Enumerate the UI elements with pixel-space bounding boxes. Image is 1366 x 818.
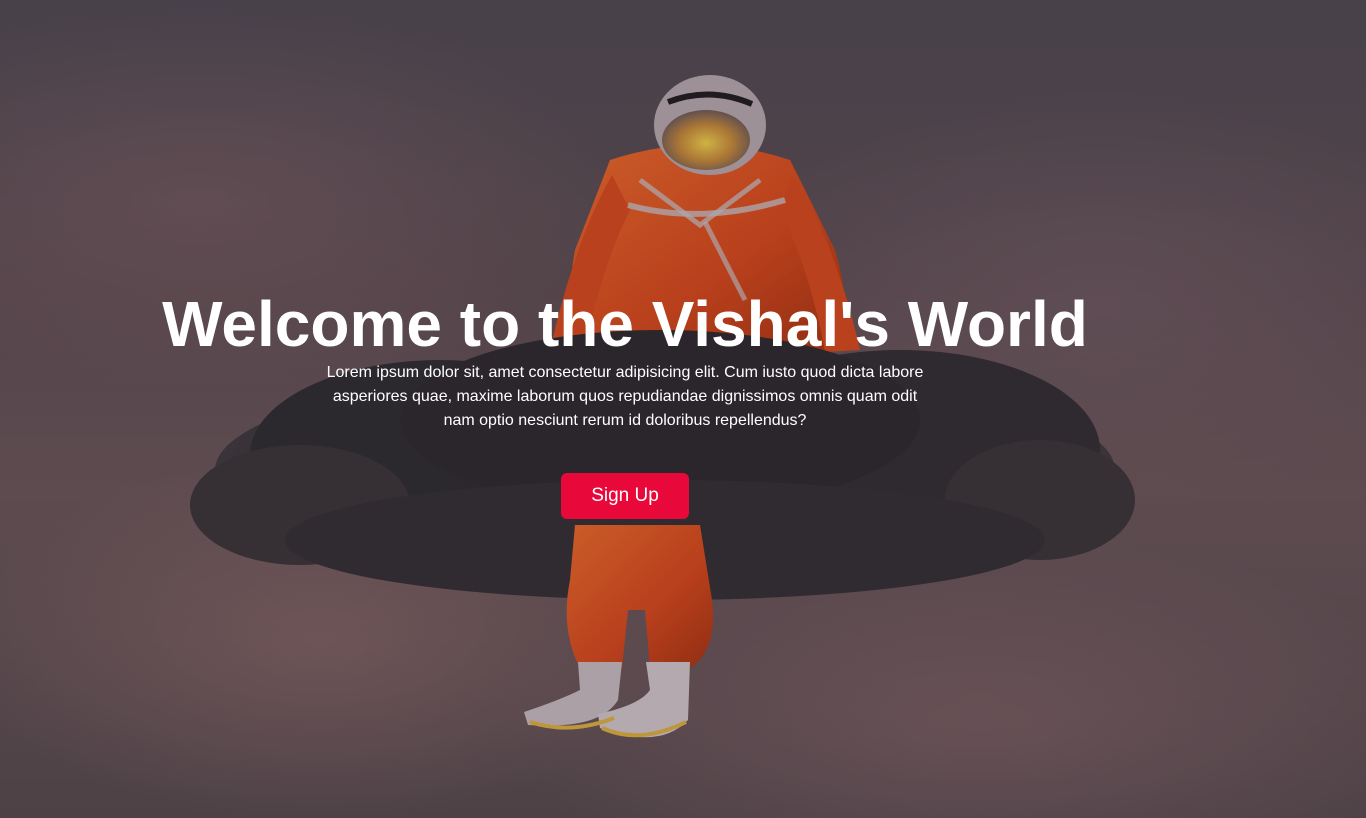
hero-title: Welcome to the Vishal's World: [162, 288, 1088, 360]
hero-subtitle: Lorem ipsum dolor sit, amet consectetur …: [326, 364, 924, 429]
sign-up-button[interactable]: Sign Up: [561, 473, 689, 519]
hero-content: Welcome to the Vishal's World Lorem ipsu…: [0, 0, 1250, 818]
hero-section: Welcome to the Vishal's World Lorem ipsu…: [0, 0, 1366, 818]
